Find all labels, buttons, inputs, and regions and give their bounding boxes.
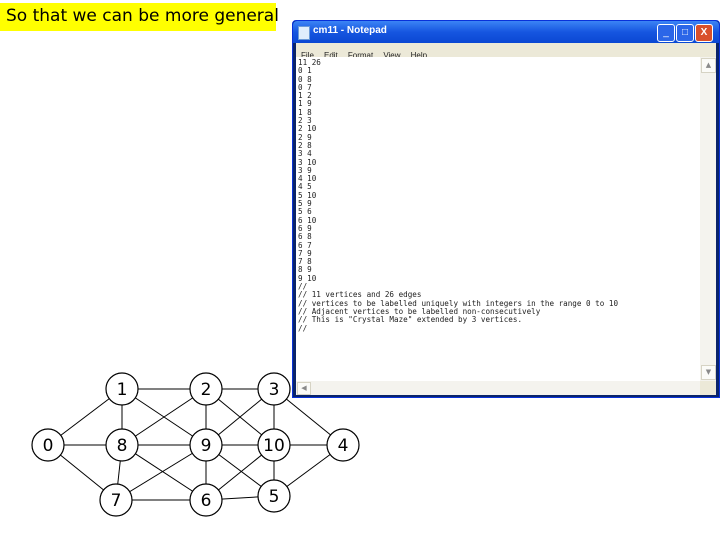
vertex-label: 10 bbox=[263, 436, 285, 456]
vertex-label: 4 bbox=[338, 436, 349, 456]
vertex-4: 4 bbox=[326, 428, 360, 462]
vertical-scrollbar[interactable]: ▲ ▼ bbox=[700, 57, 716, 381]
window-title: cm11 - Notepad bbox=[313, 25, 387, 36]
vertex-label: 9 bbox=[201, 436, 212, 456]
graph-diagram: 0 1 2 3 4 5 6 7 8 9 10 bbox=[31, 372, 360, 517]
close-button[interactable]: X bbox=[695, 24, 713, 42]
vertex-8: 8 bbox=[105, 428, 139, 462]
vertex-label: 0 bbox=[43, 436, 54, 456]
vertex-6: 6 bbox=[189, 483, 223, 517]
vertex-label: 5 bbox=[269, 487, 280, 507]
vertex-10: 10 bbox=[257, 428, 291, 462]
scroll-up-arrow-icon[interactable]: ▲ bbox=[701, 58, 716, 73]
vertex-7: 7 bbox=[99, 483, 133, 517]
vertex-label: 2 bbox=[201, 380, 212, 400]
slide-title-banner: So that we can be more general bbox=[0, 3, 279, 31]
minimize-button[interactable]: _ bbox=[657, 24, 675, 42]
vertex-label: 6 bbox=[201, 491, 212, 511]
vertex-3: 3 bbox=[257, 372, 291, 406]
vertex-9: 9 bbox=[189, 428, 223, 462]
vertex-label: 8 bbox=[117, 436, 128, 456]
vertex-1: 1 bbox=[105, 372, 139, 406]
editor-content[interactable]: 11 26 0 1 0 8 0 7 1 2 1 9 1 8 2 3 2 10 2… bbox=[298, 58, 700, 333]
vertex-5: 5 bbox=[257, 479, 291, 513]
vertex-label: 3 bbox=[269, 380, 280, 400]
vertex-2: 2 bbox=[189, 372, 223, 406]
vertex-label: 7 bbox=[111, 491, 122, 511]
vertex-0: 0 bbox=[31, 428, 65, 462]
menu-bar: File Edit Format View Help bbox=[296, 43, 716, 60]
title-bar[interactable]: cm11 - Notepad _ □ X bbox=[293, 21, 719, 43]
slide-title: So that we can be more general bbox=[6, 6, 279, 26]
maximize-button[interactable]: □ bbox=[676, 24, 694, 42]
notepad-window: cm11 - Notepad _ □ X File Edit Format Vi… bbox=[292, 20, 720, 398]
notepad-icon bbox=[298, 26, 310, 40]
resize-grip-icon[interactable] bbox=[700, 381, 716, 395]
vertex-label: 1 bbox=[117, 380, 128, 400]
scroll-down-arrow-icon[interactable]: ▼ bbox=[701, 365, 716, 380]
text-editor[interactable]: 11 26 0 1 0 8 0 7 1 2 1 9 1 8 2 3 2 10 2… bbox=[296, 57, 700, 381]
